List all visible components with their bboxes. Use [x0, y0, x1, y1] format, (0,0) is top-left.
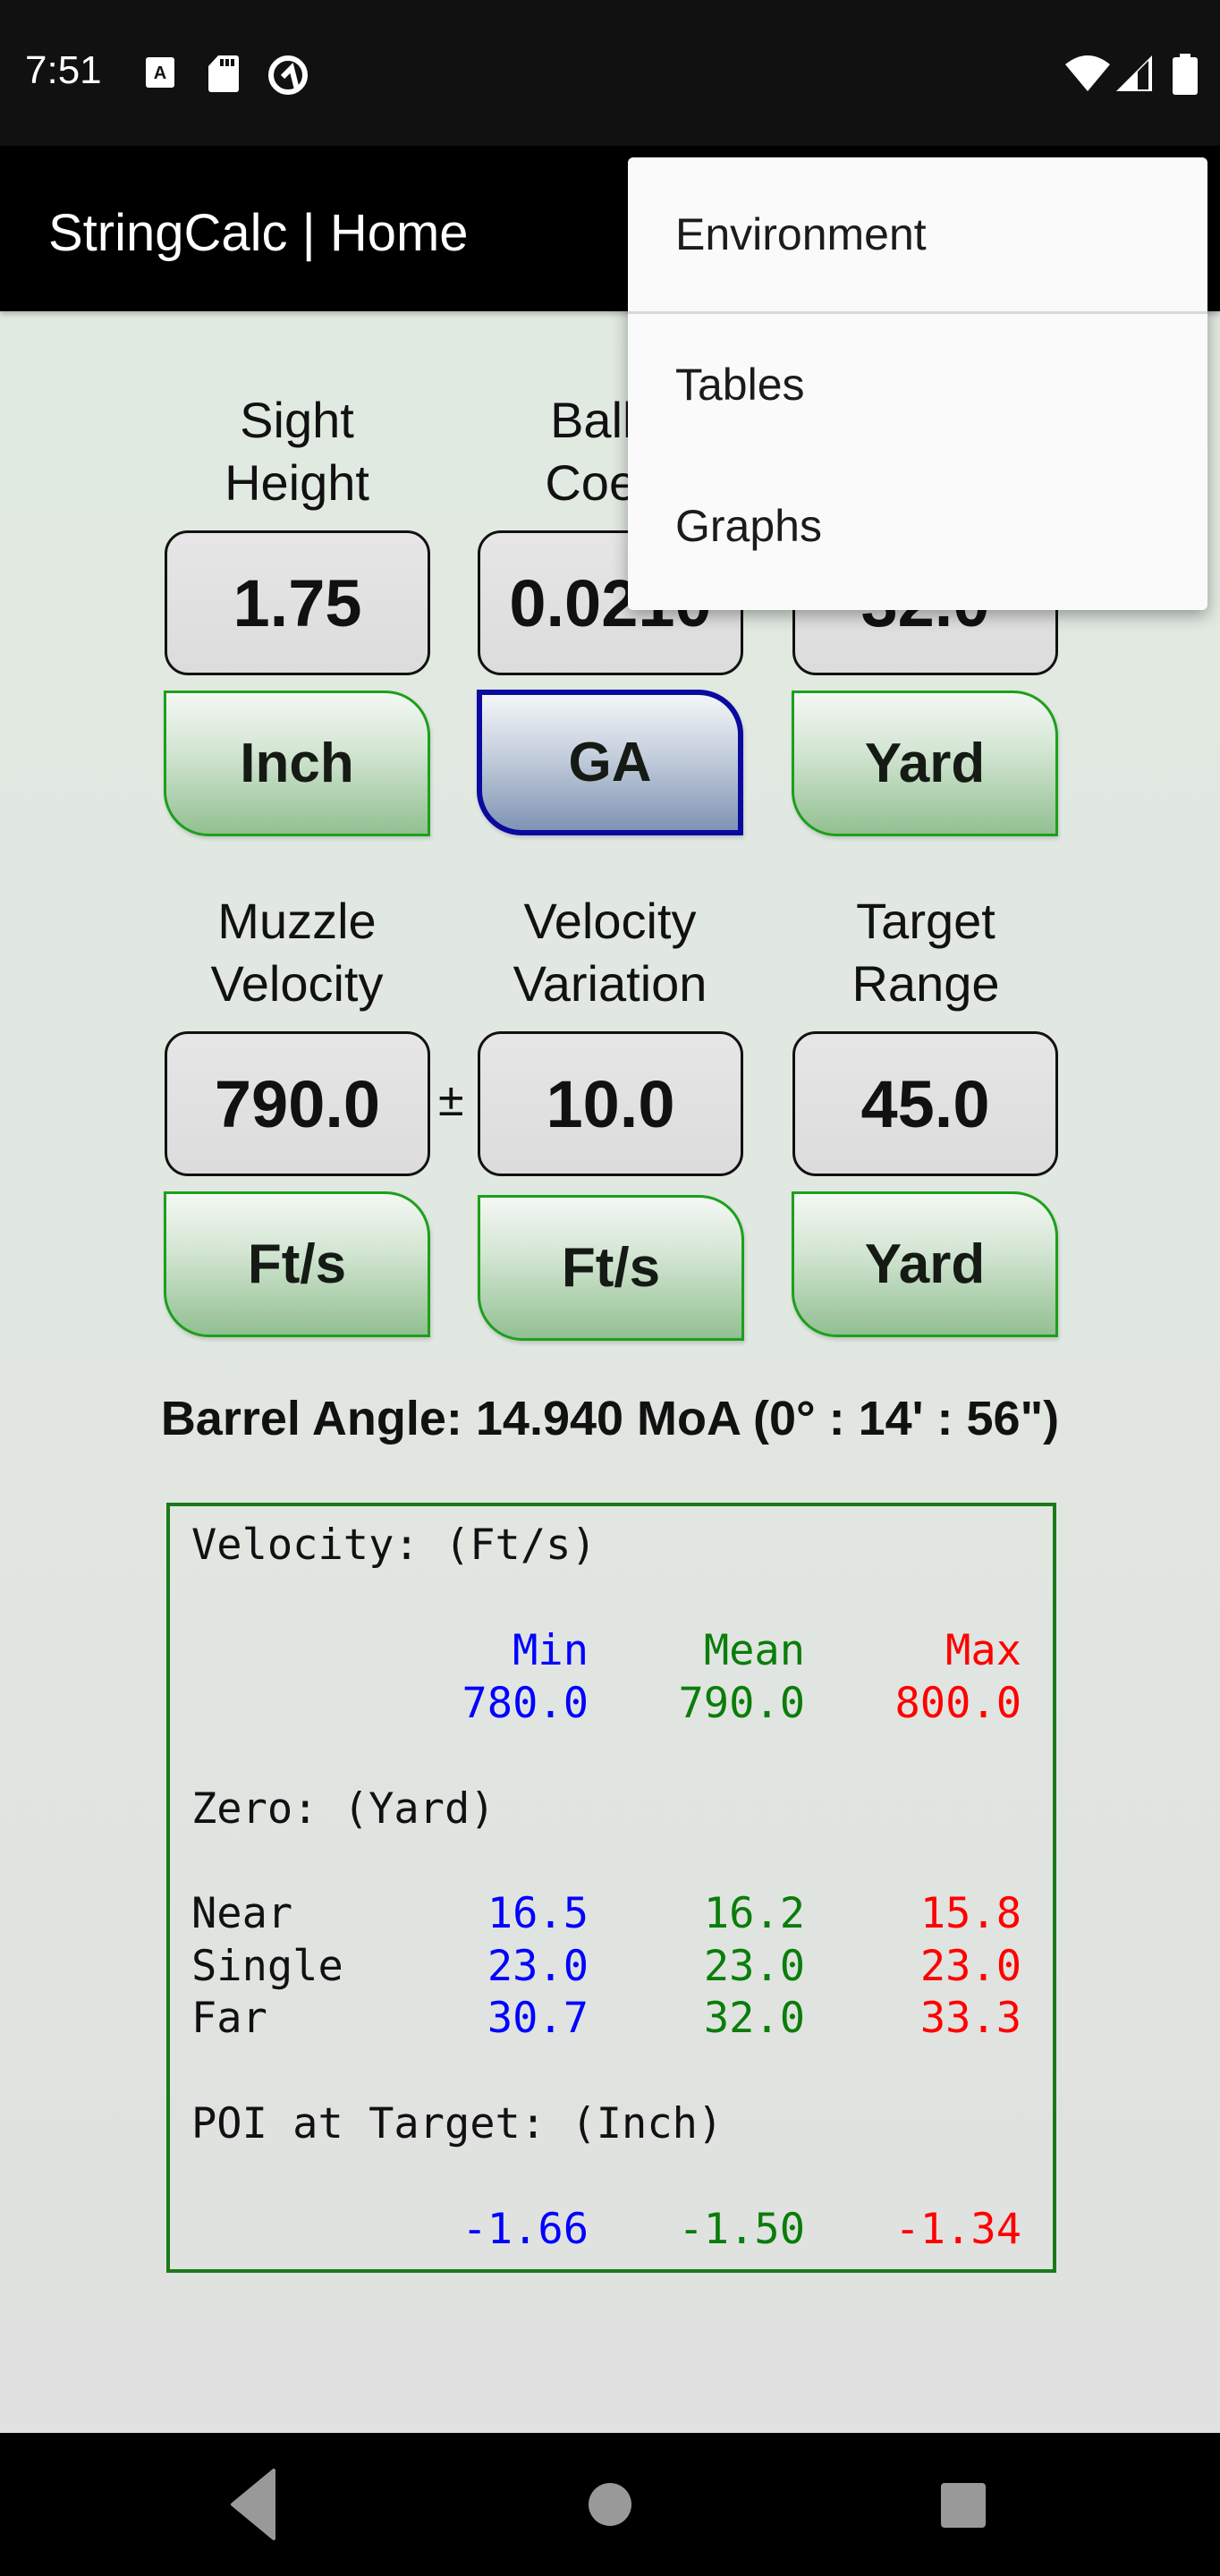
velocity-variation-input[interactable]: 10.0: [478, 1031, 743, 1176]
label-line: Height: [225, 454, 369, 511]
zero-far-min: 30.7: [487, 1994, 589, 2043]
zero-single-max: 23.0: [919, 1942, 1021, 1991]
recents-icon: [941, 2483, 986, 2528]
poi-mean: -1.50: [678, 2205, 805, 2254]
muzzle-velocity-unit-button[interactable]: Ft/s: [164, 1191, 430, 1337]
target-range-unit-button[interactable]: Yard: [792, 1191, 1058, 1337]
velocity-header: Velocity: (Ft/s): [191, 1521, 597, 1570]
poi-min: -1.66: [462, 2205, 589, 2254]
zero-single-min: 23.0: [487, 1942, 589, 1991]
barrel-angle-readout: Barrel Angle: 14.940 MoA (0° : 14' : 56"…: [160, 1392, 1060, 1445]
status-bar: 7:51 A: [0, 0, 1220, 146]
velocity-variation-unit-button[interactable]: Ft/s: [478, 1195, 744, 1341]
svg-text:A: A: [154, 64, 166, 83]
battery-icon: [1173, 54, 1198, 95]
app-title: StringCalc | Home: [48, 204, 469, 262]
zero-single-mean: 23.0: [703, 1942, 805, 1991]
zero-row-label: Single: [191, 1942, 343, 1991]
zero-far-max: 33.3: [919, 1994, 1021, 2043]
velocity-min: 780.0: [462, 1679, 589, 1728]
menu-item-tables[interactable]: Tables: [628, 314, 1207, 455]
velocity-mean: 790.0: [678, 1679, 805, 1728]
bc-model-button[interactable]: GA: [477, 690, 743, 835]
overflow-menu: Environment Tables Graphs: [628, 157, 1207, 610]
sight-height-input[interactable]: 1.75: [165, 530, 430, 675]
sight-height-label: Sight Height: [163, 389, 431, 514]
zero-near-max: 15.8: [919, 1889, 1021, 1938]
sight-height-unit-button[interactable]: Inch: [164, 691, 430, 836]
status-time: 7:51: [25, 48, 102, 92]
q-logo-icon: [268, 55, 308, 95]
label-line: Variation: [513, 955, 707, 1012]
label-line: Muzzle: [217, 893, 377, 949]
home-icon: [589, 2483, 631, 2526]
zero-header: Zero: (Yard): [191, 1784, 496, 1834]
label-line: Velocity: [210, 955, 384, 1012]
wifi-icon: [1065, 55, 1110, 91]
poi-header: POI at Target: (Inch): [191, 2099, 724, 2148]
zero-near-mean: 16.2: [703, 1889, 805, 1938]
menu-item-graphs[interactable]: Graphs: [628, 455, 1207, 597]
velocity-variation-label: Velocity Variation: [476, 890, 744, 1015]
zero-near-min: 16.5: [487, 1889, 589, 1938]
label-line: Velocity: [523, 893, 697, 949]
signal-icon: [1116, 55, 1152, 91]
zero-row-label: Far: [191, 1994, 267, 2043]
zero-far-mean: 32.0: [703, 1994, 805, 2043]
label-line: Target: [856, 893, 995, 949]
home-button[interactable]: [565, 2469, 655, 2540]
recents-button[interactable]: [917, 2469, 1006, 2540]
results-panel: Velocity: (Ft/s) Min Mean Max 780.0 790.…: [166, 1503, 1056, 2273]
label-line: Sight: [240, 392, 354, 448]
muzzle-velocity-label: Muzzle Velocity: [163, 890, 431, 1015]
zero-row-label: Near: [191, 1889, 293, 1938]
target-range-label: Target Range: [792, 890, 1060, 1015]
plus-minus-sign: ±: [438, 1074, 464, 1126]
back-icon: [231, 2469, 275, 2540]
poi-max: -1.34: [894, 2205, 1021, 2254]
navigation-bar: [0, 2433, 1220, 2576]
mean-column-header: Mean: [703, 1626, 805, 1675]
max-column-header: Max: [945, 1626, 1021, 1675]
menu-item-environment[interactable]: Environment: [628, 157, 1207, 311]
sd-card-icon: [208, 55, 239, 92]
label-line: Range: [851, 955, 1000, 1012]
velocity-max: 800.0: [894, 1679, 1021, 1728]
target-range-input[interactable]: 45.0: [792, 1031, 1058, 1176]
min-column-header: Min: [513, 1626, 589, 1675]
a-notification-icon: A: [146, 57, 174, 88]
zero-range-unit-button[interactable]: Yard: [792, 691, 1058, 836]
muzzle-velocity-input[interactable]: 790.0: [165, 1031, 430, 1176]
back-button[interactable]: [209, 2469, 299, 2540]
